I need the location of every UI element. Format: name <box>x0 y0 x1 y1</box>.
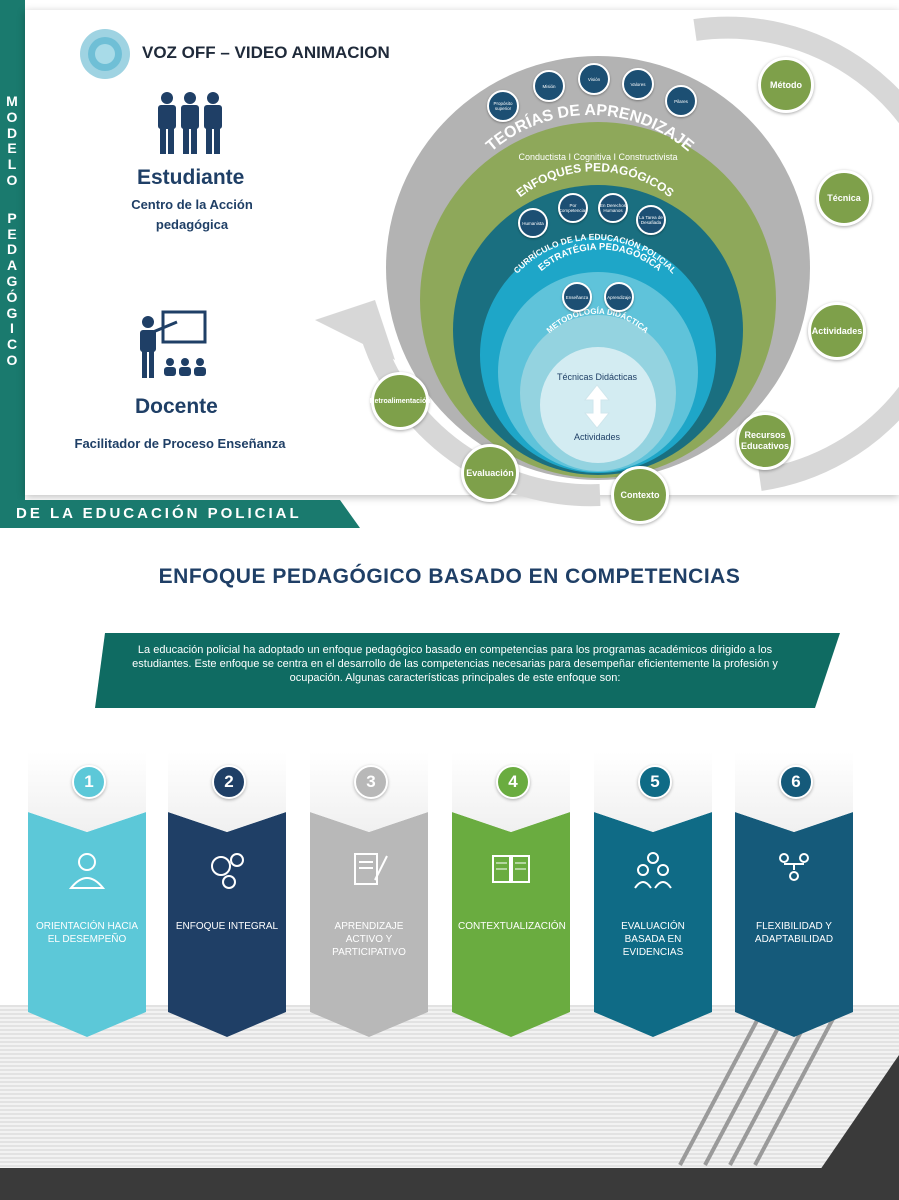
vertical-title-letter: O <box>6 352 18 368</box>
card-label: APRENDIZAJE ACTIVO Y PARTICIPATIVO <box>332 921 406 958</box>
node-label: Pilares <box>674 98 688 104</box>
node-label: Visión <box>587 76 601 82</box>
node-label: Por Competencias <box>558 203 588 213</box>
vertical-title-letter: L <box>7 156 17 173</box>
node-vision: Visión <box>578 63 610 95</box>
competency-card[interactable]: 5 EVALUACIÓN BASADA EN EVIDENCIAS <box>594 752 712 1042</box>
competency-card[interactable]: 6 FLEXIBILIDAD Y ADAPTABILIDAD <box>735 752 853 1042</box>
teacher-title: Docente <box>135 395 218 418</box>
cycle-actividades[interactable]: Actividades <box>808 302 866 360</box>
competency-card[interactable]: 1 ORIENTACIÓN HACIA EL DESEMPEÑO <box>28 752 146 1042</box>
vertical-title-letter: M <box>6 93 18 109</box>
node-valores: Valores <box>622 68 654 100</box>
cycle-tecnica[interactable]: Técnica <box>816 170 872 226</box>
card-label: ORIENTACIÓN HACIA EL DESEMPEÑO <box>35 921 139 945</box>
intro-text: La educación policial ha adoptado un enf… <box>132 644 778 684</box>
competency-card[interactable]: 2 ENFOQUE INTEGRAL <box>168 752 286 1042</box>
card-number: 5 <box>638 765 672 799</box>
team-icon <box>634 852 672 889</box>
node-proposito: Propósito superior <box>487 90 519 122</box>
vertical-title-letter: Ó <box>6 288 18 305</box>
footer-bar <box>0 1168 899 1200</box>
cycle-retroalimentacion[interactable]: Retroalimentación <box>369 372 431 430</box>
cycle-evaluacion[interactable]: Evaluación <box>461 444 519 502</box>
node-pilares: Pilares <box>665 85 697 117</box>
node-label: Aprendizaje <box>607 294 631 300</box>
teacher-icon <box>140 310 207 378</box>
card-label: ENFOQUE INTEGRAL <box>175 921 279 932</box>
node-label: Humanista <box>522 220 544 226</box>
vertical-title-letter: G <box>6 273 18 289</box>
student-title: Estudiante <box>137 166 245 189</box>
vertical-title-letter: E <box>7 225 17 242</box>
competency-card[interactable]: 3 APRENDIZAJE ACTIVO Y PARTICIPATIVO <box>310 752 428 1042</box>
vertical-title-letter: A <box>6 257 18 274</box>
vertical-title-letter: P <box>7 209 17 226</box>
section2-title: ENFOQUE PEDAGÓGICO BASADO EN COMPETENCIA… <box>158 565 741 588</box>
card-number: 1 <box>72 765 106 799</box>
core-bottom-label: Actividades <box>574 432 621 442</box>
node-label: Propósito superior <box>493 101 513 111</box>
node-label: En Derechos Humanos <box>600 203 627 213</box>
card-number: 4 <box>496 765 530 799</box>
vertical-title-letter: I <box>10 320 14 337</box>
audio-disc-icon[interactable] <box>79 28 131 80</box>
node-humanista: Humanista <box>518 208 548 238</box>
student-subtitle: Centro de la Acción pedagógica <box>112 195 272 235</box>
node-derechos-humanos: En Derechos Humanos <box>598 193 628 223</box>
section-band: DE LA EDUCACIÓN POLICIAL <box>0 500 360 528</box>
infographic: MODELO PEDAGÓGICO VOZ OFF – VIDEO ANIMAC… <box>0 0 899 1200</box>
node-label: La Tarea de Desafiada <box>639 215 663 225</box>
card-label: FLEXIBILIDAD Y ADAPTABILIDAD <box>754 921 834 945</box>
vertical-title-letter: O <box>6 172 18 188</box>
students-icon <box>158 92 222 154</box>
cycle-arrowhead <box>315 300 395 360</box>
card-number: 3 <box>354 765 388 799</box>
node-ensenanza: Enseñanza <box>562 282 592 312</box>
node-tarea: La Tarea de Desafiada <box>636 205 666 235</box>
vertical-title-letter: E <box>7 140 17 157</box>
vertical-title-letter: C <box>6 336 18 353</box>
student-sub-line-2: pedagógica <box>155 217 229 232</box>
document-pen-icon <box>354 853 388 885</box>
people-network-icon <box>211 853 244 889</box>
person-icon <box>68 853 106 889</box>
card-number: 2 <box>212 765 246 799</box>
cycle-contexto[interactable]: Contexto <box>611 466 669 524</box>
competency-card[interactable]: 4 CONTEXTUALIZACIÓN <box>452 752 570 1042</box>
vertical-title-letter: D <box>6 124 18 141</box>
hierarchy-icon <box>779 853 809 881</box>
node-label: Misión <box>542 83 556 89</box>
section-band-label: DE LA EDUCACIÓN POLICIAL <box>16 505 302 522</box>
teacher-subtitle: Facilitador de Proceso Enseñanza <box>74 436 286 451</box>
node-competencias: Por Competencias <box>558 193 588 223</box>
vertical-title-letter: G <box>6 304 18 321</box>
student-sub-line-1: Centro de la Acción <box>131 197 253 212</box>
core-top-label: Técnicas Didácticas <box>557 372 638 382</box>
node-aprendizaje: Aprendizaje <box>604 282 634 312</box>
card-label: EVALUACIÓN BASADA EN EVIDENCIAS <box>621 921 685 958</box>
node-mision: Misión <box>533 70 565 102</box>
card-number: 6 <box>779 765 813 799</box>
card-label: CONTEXTUALIZACIÓN <box>458 921 566 932</box>
cycle-recursos[interactable]: Recursos Educativos <box>736 412 794 470</box>
node-label: Valores <box>630 81 646 87</box>
book-icon <box>492 855 530 883</box>
node-label: Enseñanza <box>565 294 589 300</box>
vertical-title-letter: D <box>6 241 18 258</box>
cycle-metodo[interactable]: Método <box>758 57 814 113</box>
ring2-subtitle: Conductista I Cognitiva I Constructivist… <box>518 152 677 162</box>
vertical-title-letter: O <box>6 108 18 125</box>
